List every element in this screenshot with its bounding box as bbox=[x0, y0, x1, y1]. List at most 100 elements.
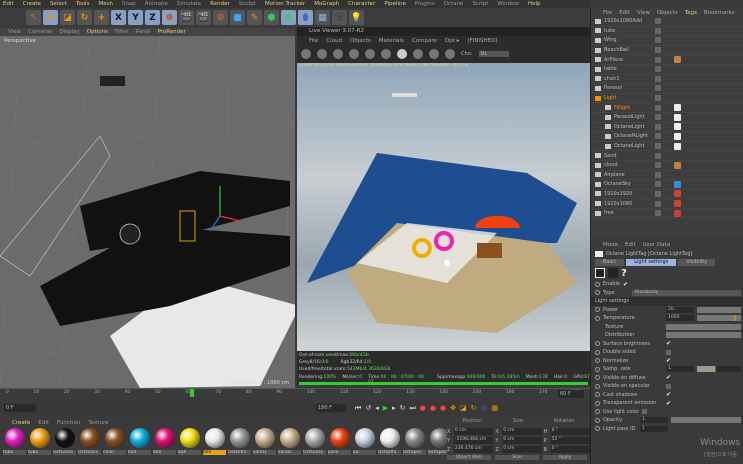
light-pass-field[interactable]: 1 bbox=[640, 425, 668, 432]
menu-window[interactable]: Window bbox=[497, 1, 519, 7]
viewport-menu-panel[interactable]: Panel bbox=[136, 29, 151, 35]
end-frame-field[interactable]: 180 F bbox=[316, 404, 346, 412]
tag-icon[interactable] bbox=[674, 104, 681, 112]
visibility-checkbox[interactable] bbox=[655, 66, 661, 73]
prev-frame-icon[interactable]: ◂ bbox=[375, 404, 379, 414]
om-menu-view[interactable]: View bbox=[637, 10, 650, 16]
help-icon[interactable]: ? bbox=[621, 268, 627, 279]
cloner-icon[interactable]: ✿ bbox=[281, 10, 296, 25]
visibility-checkbox[interactable] bbox=[655, 114, 661, 121]
material-menu-texture[interactable]: Texture bbox=[88, 420, 108, 426]
tag-icon[interactable] bbox=[674, 200, 681, 208]
tab-light-settings[interactable]: Light settings bbox=[626, 259, 677, 266]
floor-icon[interactable]: ▦ bbox=[315, 10, 330, 25]
param-dot[interactable] bbox=[595, 341, 600, 347]
menu-pipeline[interactable]: Pipeline bbox=[384, 1, 406, 7]
coord-field[interactable]: 0 cm bbox=[502, 446, 542, 453]
refresh-icon[interactable] bbox=[317, 49, 327, 59]
checkbox-checked[interactable]: ✔ bbox=[666, 340, 671, 347]
coords-mode-select[interactable]: Object (Rel) bbox=[447, 455, 491, 460]
viewport-menu-view[interactable]: View bbox=[8, 29, 21, 35]
key-param-icon[interactable]: Ⓟ bbox=[481, 404, 488, 414]
tab-basic[interactable]: Basic bbox=[595, 259, 625, 266]
tag-icon[interactable] bbox=[674, 132, 681, 140]
live-viewer-menu-item[interactable]: Materials bbox=[379, 38, 404, 44]
visibility-checkbox[interactable] bbox=[655, 18, 661, 25]
render-picture-icon[interactable]: 🎬 bbox=[196, 10, 211, 25]
distribution-field[interactable] bbox=[666, 332, 741, 339]
viewport-menu-filter[interactable]: Filter bbox=[115, 29, 129, 35]
coord-field[interactable]: 55 ° bbox=[550, 437, 590, 444]
material-swatch[interactable]: OctGloss bbox=[53, 428, 76, 462]
next-key-icon[interactable]: ↻ bbox=[400, 404, 406, 414]
menu-script[interactable]: Script bbox=[472, 1, 488, 7]
menu-create[interactable]: Create bbox=[23, 1, 41, 7]
object-row[interactable]: Wing bbox=[591, 36, 743, 46]
restart-icon[interactable] bbox=[301, 49, 311, 59]
power-field[interactable]: 20. bbox=[666, 306, 694, 313]
object-row[interactable]: cloud bbox=[591, 161, 743, 171]
select-tool-icon[interactable]: ↖ bbox=[26, 10, 41, 25]
channel-select[interactable]: DL bbox=[478, 51, 509, 57]
object-row[interactable]: BeachBall bbox=[591, 46, 743, 56]
rotate-tool-icon[interactable]: ↻ bbox=[77, 10, 92, 25]
coord-field[interactable]: 0 cm bbox=[502, 428, 542, 435]
temperature-field[interactable]: 1000 bbox=[666, 315, 694, 322]
material-swatch[interactable]: pa bbox=[353, 428, 376, 462]
object-row[interactable]: ParasolLight bbox=[591, 113, 743, 123]
material-swatch[interactable]: ball bbox=[153, 428, 176, 462]
material-swatch[interactable]: tube bbox=[3, 428, 26, 462]
x-axis-button[interactable]: X bbox=[111, 10, 126, 25]
tag-icon[interactable] bbox=[674, 56, 681, 64]
visibility-checkbox[interactable] bbox=[655, 56, 661, 63]
object-row[interactable]: chair1 bbox=[591, 75, 743, 85]
visibility-checkbox[interactable] bbox=[655, 75, 661, 82]
menu-plugins[interactable]: Plugins bbox=[415, 1, 435, 7]
keyframe-selection-icon[interactable]: ● bbox=[440, 404, 446, 414]
checkbox-checked[interactable]: ✔ bbox=[666, 400, 671, 407]
light-icon[interactable]: 💡 bbox=[349, 10, 364, 25]
coord-field[interactable]: 236.476 cm bbox=[453, 446, 494, 453]
opacity-field[interactable]: 1. bbox=[640, 417, 668, 424]
menu-edit[interactable]: Edit bbox=[3, 1, 14, 7]
type-select[interactable]: Blackbody bbox=[632, 289, 741, 296]
object-row[interactable]: 1920x1080Add bbox=[591, 17, 743, 27]
apply-button[interactable]: Apply bbox=[543, 455, 587, 460]
goto-start-icon[interactable]: ⏮ bbox=[355, 404, 361, 414]
menu-mesh[interactable]: Mesh bbox=[98, 1, 112, 7]
coord-field[interactable]: 0 ° bbox=[550, 428, 590, 435]
size-mode-select[interactable]: Size bbox=[495, 455, 539, 460]
menu-tools[interactable]: Tools bbox=[76, 1, 90, 7]
tag-icon[interactable] bbox=[674, 161, 681, 169]
tag-icon[interactable] bbox=[674, 142, 681, 150]
checkbox-checked[interactable]: ✔ bbox=[666, 357, 671, 364]
object-row[interactable]: Light bbox=[591, 94, 743, 104]
object-row[interactable]: Sand bbox=[591, 151, 743, 161]
texture-field[interactable] bbox=[666, 323, 741, 330]
checkbox-unchecked[interactable] bbox=[666, 349, 671, 355]
material-menu-function[interactable]: Function bbox=[57, 420, 80, 426]
menu-octane[interactable]: Octane bbox=[444, 1, 464, 7]
samp-rate-field[interactable]: 1. bbox=[666, 366, 694, 373]
visibility-checkbox[interactable] bbox=[655, 133, 661, 140]
key-position-icon[interactable]: ✥ bbox=[450, 404, 456, 414]
object-row[interactable]: 1920x1080 bbox=[591, 199, 743, 209]
camera-icon[interactable]: 🎥 bbox=[332, 10, 347, 25]
render-view-icon[interactable]: 🎬 bbox=[179, 10, 194, 25]
current-frame-field[interactable]: 0 F bbox=[4, 404, 36, 412]
menu-simulate[interactable]: Simulate bbox=[177, 1, 201, 7]
checkbox-checked[interactable]: ✔ bbox=[666, 374, 671, 381]
visibility-checkbox[interactable] bbox=[655, 181, 661, 188]
param-dot[interactable] bbox=[595, 383, 600, 389]
material-swatch[interactable]: OctSpec bbox=[403, 428, 426, 462]
autokey-icon[interactable]: ● bbox=[430, 404, 436, 414]
region-icon[interactable] bbox=[349, 49, 359, 59]
subdivision-icon[interactable]: ⬢ bbox=[264, 10, 279, 25]
material-swatch[interactable]: ball bbox=[203, 428, 226, 462]
visibility-checkbox[interactable] bbox=[655, 104, 661, 111]
live-viewer-menu-item[interactable]: Cloud bbox=[326, 38, 342, 44]
coordinate-system-icon[interactable]: ⊕ bbox=[162, 10, 177, 25]
object-row[interactable]: tube bbox=[591, 27, 743, 37]
material-swatch[interactable]: ball bbox=[178, 428, 201, 462]
power-slider[interactable] bbox=[697, 306, 741, 313]
